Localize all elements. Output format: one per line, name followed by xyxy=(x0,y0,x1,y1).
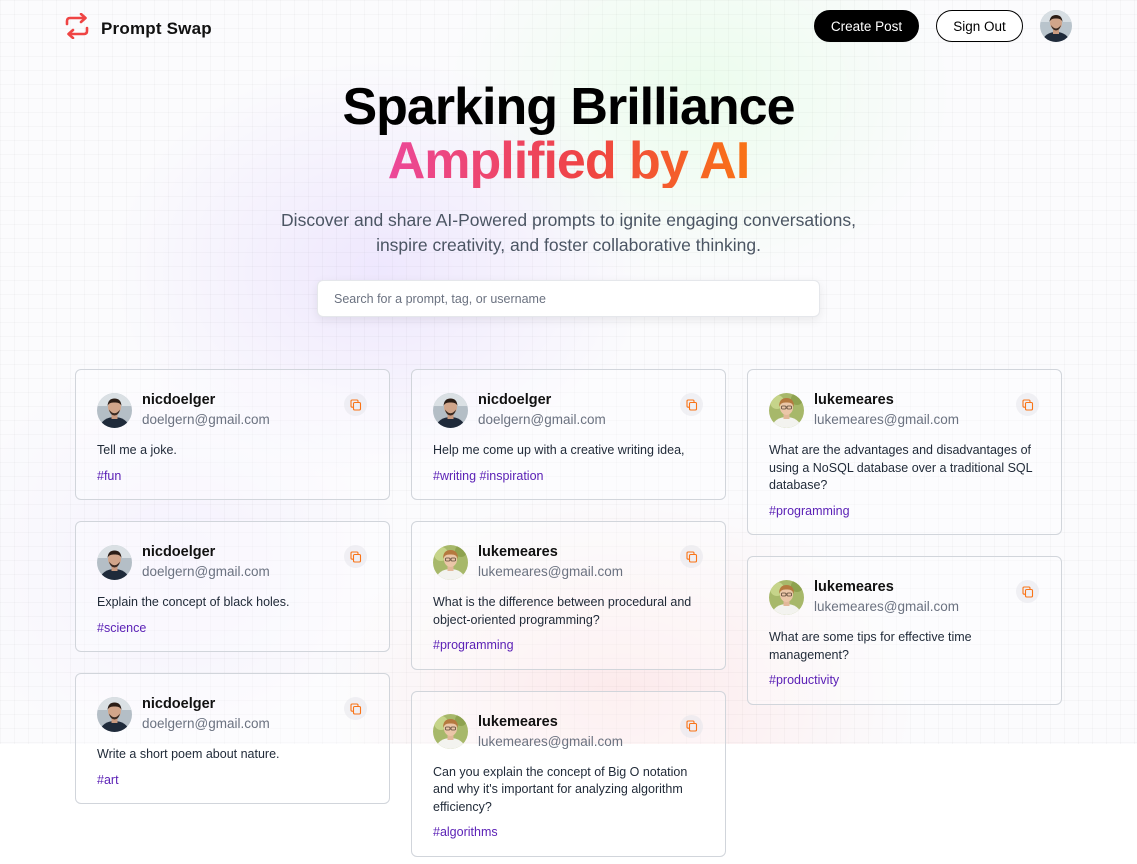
prompt-tag[interactable]: #programming xyxy=(433,637,704,655)
author-email: doelgern@gmail.com xyxy=(478,412,606,427)
prompt-card: lukemeares lukemeares@gmail.com What are t… xyxy=(747,369,1062,535)
prompt-card: nicdoelger doelgern@gmail.com Write a shor… xyxy=(75,673,390,804)
author-email: doelgern@gmail.com xyxy=(142,412,270,427)
copy-icon xyxy=(349,398,362,411)
prompt-text: Can you explain the concept of Big O not… xyxy=(433,764,688,814)
profile-avatar[interactable] xyxy=(1040,10,1072,42)
card-author[interactable]: nicdoelger doelgern@gmail.com xyxy=(433,392,704,428)
prompt-tag[interactable]: #writing #inspiration xyxy=(433,468,704,486)
create-post-button[interactable]: Create Post xyxy=(814,10,919,42)
copy-icon xyxy=(1021,585,1034,598)
author-avatar xyxy=(433,392,468,428)
card-author[interactable]: nicdoelger doelgern@gmail.com xyxy=(97,544,368,580)
prompt-card: lukemeares lukemeares@gmail.com Can you ex… xyxy=(411,690,726,857)
author-info: lukemeares lukemeares@gmail.com xyxy=(478,713,623,751)
author-avatar xyxy=(97,696,132,732)
copy-icon xyxy=(1021,398,1034,411)
copy-button[interactable] xyxy=(344,545,367,568)
author-info: nicdoelger doelgern@gmail.com xyxy=(478,391,606,429)
author-email: lukemeares@gmail.com xyxy=(814,412,959,427)
author-username: lukemeares xyxy=(478,544,558,560)
prompt-card: nicdoelger doelgern@gmail.com Tell me a jo… xyxy=(75,369,390,500)
prompt-card: lukemeares lukemeares@gmail.com What are s… xyxy=(747,556,1062,705)
author-info: lukemeares lukemeares@gmail.com xyxy=(814,391,959,429)
copy-icon xyxy=(349,550,362,563)
copy-button[interactable] xyxy=(680,545,703,568)
prompt-text: What is the difference between procedura… xyxy=(433,595,692,627)
prompt-text: What are some tips for effective time ma… xyxy=(769,630,972,662)
author-email: lukemeares@gmail.com xyxy=(478,733,623,749)
prompt-card: lukemeares lukemeares@gmail.com What is th… xyxy=(411,521,726,670)
prompt-tag[interactable]: #productivity xyxy=(769,672,1040,690)
copy-button[interactable] xyxy=(344,393,367,416)
copy-icon xyxy=(685,550,698,563)
swap-arrows-icon xyxy=(63,12,91,44)
author-username: lukemeares xyxy=(814,579,894,595)
card-author[interactable]: lukemeares lukemeares@gmail.com xyxy=(433,714,704,750)
hero-description: Discover and share AI-Powered prompts to… xyxy=(281,210,856,255)
prompt-text: What are the advantages and disadvantage… xyxy=(769,443,1033,492)
prompt-tag[interactable]: #programming xyxy=(769,503,1040,521)
author-info: lukemeares lukemeares@gmail.com xyxy=(814,578,959,616)
hero: Sparking Brilliance Amplified by AI Disc… xyxy=(0,80,1137,258)
author-username: nicdoelger xyxy=(478,392,552,408)
author-email: doelgern@gmail.com xyxy=(142,716,270,731)
author-email: doelgern@gmail.com xyxy=(142,564,270,579)
copy-button[interactable] xyxy=(1016,580,1039,603)
author-info: nicdoelger doelgern@gmail.com xyxy=(142,695,270,733)
copy-button[interactable] xyxy=(680,393,703,416)
sign-out-button[interactable]: Sign Out xyxy=(936,10,1023,42)
app-name: Prompt Swap xyxy=(101,18,212,38)
card-author[interactable]: lukemeares lukemeares@gmail.com xyxy=(769,392,1040,428)
author-username: nicdoelger xyxy=(142,696,216,712)
copy-button[interactable] xyxy=(344,697,367,720)
prompt-text: Tell me a joke. xyxy=(97,443,177,457)
search-input[interactable] xyxy=(317,280,820,317)
feed-column-2: nicdoelger doelgern@gmail.com Help me come… xyxy=(411,369,726,857)
author-email: lukemeares@gmail.com xyxy=(478,564,623,579)
feed-column-1: nicdoelger doelgern@gmail.com Tell me a jo… xyxy=(75,369,390,804)
copy-button[interactable] xyxy=(1016,393,1039,416)
prompt-card: nicdoelger doelgern@gmail.com Help me come… xyxy=(411,369,726,500)
prompt-text: Write a short poem about nature. xyxy=(97,747,280,761)
copy-icon xyxy=(685,398,698,411)
navbar: Prompt Swap Create Post Sign Out xyxy=(0,0,1137,52)
author-username: nicdoelger xyxy=(142,544,216,560)
author-avatar xyxy=(97,544,132,580)
author-username: lukemeares xyxy=(814,392,894,408)
prompt-tag[interactable]: #fun xyxy=(97,468,368,486)
card-author[interactable]: nicdoelger doelgern@gmail.com xyxy=(97,392,368,428)
copy-button[interactable] xyxy=(680,714,703,738)
hero-title-line1: Sparking Brilliance xyxy=(342,78,795,136)
copy-icon xyxy=(685,720,698,732)
prompt-tag[interactable]: #algorithms xyxy=(433,824,704,842)
author-email: lukemeares@gmail.com xyxy=(814,599,959,614)
card-author[interactable]: lukemeares lukemeares@gmail.com xyxy=(433,544,704,580)
prompt-text: Help me come up with a creative writing … xyxy=(433,443,685,457)
card-author[interactable]: nicdoelger doelgern@gmail.com xyxy=(97,696,368,732)
card-author[interactable]: lukemeares lukemeares@gmail.com xyxy=(769,579,1040,615)
author-avatar xyxy=(433,714,468,749)
author-avatar xyxy=(97,392,132,428)
author-info: lukemeares lukemeares@gmail.com xyxy=(478,543,623,581)
author-avatar xyxy=(769,579,804,615)
prompt-text: Explain the concept of black holes. xyxy=(97,595,290,609)
prompt-card: nicdoelger doelgern@gmail.com Explain the … xyxy=(75,521,390,652)
author-username: lukemeares xyxy=(478,713,558,730)
author-info: nicdoelger doelgern@gmail.com xyxy=(142,543,270,581)
author-username: nicdoelger xyxy=(142,392,216,408)
feed-column-3: lukemeares lukemeares@gmail.com What are t… xyxy=(747,369,1062,705)
hero-title-line2: Amplified by AI xyxy=(387,132,751,190)
prompt-tag[interactable]: #art xyxy=(97,772,368,790)
author-avatar xyxy=(769,392,804,428)
prompt-tag[interactable]: #science xyxy=(97,620,368,638)
logo-link[interactable]: Prompt Swap xyxy=(63,12,212,44)
copy-icon xyxy=(349,702,362,715)
author-avatar xyxy=(433,544,468,580)
author-info: nicdoelger doelgern@gmail.com xyxy=(142,391,270,429)
